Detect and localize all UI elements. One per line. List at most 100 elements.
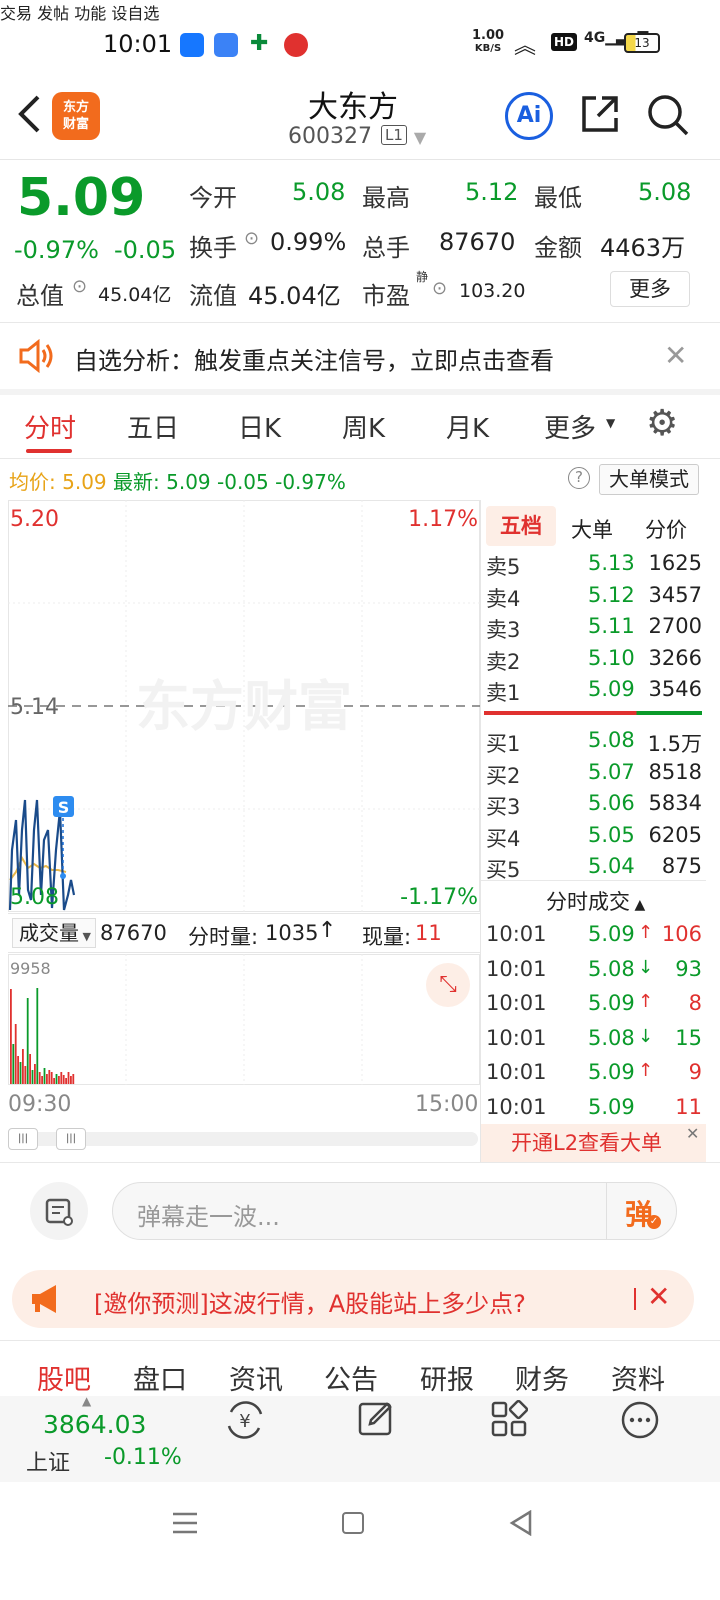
ask-row[interactable]: 卖5 5.13 1625 bbox=[486, 551, 706, 582]
stock-code-row[interactable]: 600327 L1 ▼ bbox=[288, 124, 426, 149]
nav-news[interactable]: 资讯 bbox=[229, 1358, 283, 1397]
sort-up-icon: ▲ bbox=[630, 897, 646, 913]
bid-row[interactable]: 买3 5.06 5834 bbox=[486, 791, 706, 822]
share-icon[interactable] bbox=[580, 94, 620, 138]
tick-row[interactable]: 10:01 5.09 ↑ 106 bbox=[486, 922, 706, 956]
collapse-up-icon[interactable]: ▲ bbox=[82, 1394, 91, 1408]
bid-row[interactable]: 买1 5.08 1.5万 bbox=[486, 728, 706, 759]
tick-row[interactable]: 10:01 5.08 ↓ 15 bbox=[486, 1026, 706, 1060]
more-button[interactable]: 更多 bbox=[610, 271, 690, 307]
gear-icon[interactable]: ⚙ bbox=[646, 404, 678, 444]
tab-intraday[interactable]: 分时 bbox=[24, 408, 76, 445]
bid-row[interactable]: 买4 5.05 6205 bbox=[486, 823, 706, 854]
tick-row[interactable]: 10:01 5.09 ↑ 9 bbox=[486, 1060, 706, 1094]
ask-label: 卖4 bbox=[486, 586, 521, 611]
signal-label: 4G bbox=[584, 30, 606, 46]
post-icon[interactable] bbox=[356, 1398, 398, 1444]
volume-chart[interactable]: 9958 bbox=[8, 954, 480, 1085]
trade-icon[interactable]: ¥ bbox=[223, 1400, 267, 1444]
home-icon[interactable] bbox=[342, 1512, 364, 1534]
info-icon[interactable]: ⊙ bbox=[244, 228, 259, 249]
slider-handle-right[interactable]: ||| bbox=[56, 1128, 86, 1150]
ask-row[interactable]: 卖3 5.11 2700 bbox=[486, 614, 706, 645]
nav-guba[interactable]: 股吧 bbox=[37, 1358, 91, 1397]
volume-bar bbox=[65, 1078, 67, 1084]
back-nav-icon[interactable] bbox=[508, 1509, 534, 1540]
volume-indicator-select[interactable]: 成交量 ▼ bbox=[12, 918, 96, 948]
status-time: 10:01 bbox=[103, 30, 173, 58]
index-value[interactable]: 3864.03 bbox=[43, 1410, 146, 1439]
big-order-mode-button[interactable]: 大单模式 bbox=[599, 464, 699, 495]
ask-volume: 3457 bbox=[648, 582, 702, 607]
danmu-settings-icon[interactable] bbox=[30, 1182, 88, 1240]
l2-upgrade-banner[interactable]: 开通L2查看大单 bbox=[481, 1124, 706, 1162]
volume-bar bbox=[19, 1062, 22, 1084]
watermark: 东方财富 bbox=[136, 677, 352, 737]
close-icon[interactable]: ✕ bbox=[664, 339, 687, 372]
bid-price: 5.05 bbox=[588, 822, 635, 847]
bid-row[interactable]: 买2 5.07 8518 bbox=[486, 760, 706, 791]
search-icon[interactable] bbox=[646, 93, 690, 141]
info-icon[interactable]: ⊙ bbox=[432, 278, 447, 299]
more-dots-icon[interactable] bbox=[620, 1400, 660, 1444]
tab-weekly[interactable]: 周K bbox=[342, 408, 385, 445]
tick-row[interactable]: 10:01 5.09 ↑ 8 bbox=[486, 991, 706, 1025]
open-label: 今开 bbox=[189, 184, 237, 212]
volume-bar bbox=[46, 1074, 48, 1084]
grid-apps-icon[interactable] bbox=[490, 1399, 529, 1442]
volume-bar bbox=[53, 1078, 55, 1084]
pct-label-bottom: -1.17% bbox=[400, 885, 478, 910]
ask-row[interactable]: 卖2 5.10 3266 bbox=[486, 646, 706, 677]
divider bbox=[0, 458, 720, 459]
turnover-label: 换手 bbox=[189, 234, 237, 262]
expand-icon[interactable]: ⤡ bbox=[426, 963, 470, 1007]
tick-row[interactable]: 10:01 5.08 ↓ 93 bbox=[486, 957, 706, 991]
tick-price: 5.09 bbox=[588, 991, 635, 1015]
slider-handle-left[interactable]: ||| bbox=[8, 1128, 38, 1150]
volume-bar bbox=[17, 1056, 19, 1084]
book-tab-five[interactable]: 五档 bbox=[486, 506, 556, 546]
ticks-title: 分时成交 bbox=[546, 890, 630, 914]
volume-bar bbox=[31, 1070, 34, 1084]
info-icon[interactable]: ⊙ bbox=[72, 276, 87, 297]
promo-banner[interactable]: [邀你预测]这波行情，A股能站上多少点? ✕ bbox=[12, 1270, 694, 1328]
nav-profile[interactable]: 资料 bbox=[611, 1358, 665, 1397]
ask-row[interactable]: 卖1 5.09 3546 bbox=[486, 677, 706, 708]
tick-time: 10:01 bbox=[486, 922, 547, 946]
nav-pankou[interactable]: 盘口 bbox=[133, 1358, 187, 1397]
net-speed: 1.00 KB/S bbox=[472, 29, 504, 55]
promo-text: [邀你预测]这波行情，A股能站上多少点? bbox=[94, 1290, 526, 1318]
tab-monthly[interactable]: 月K bbox=[446, 408, 489, 445]
volume-bar bbox=[41, 1076, 43, 1084]
tick-volume: 93 bbox=[675, 956, 702, 981]
volume-bar bbox=[24, 1066, 27, 1084]
tab-5day[interactable]: 五日 bbox=[127, 408, 179, 445]
ask-price: 5.10 bbox=[588, 645, 635, 670]
tick-volume: 11 bbox=[675, 1094, 702, 1119]
danmu-input[interactable]: 弹幕走一波... 弹 ✓ bbox=[112, 1182, 677, 1240]
close-icon[interactable]: ✕ bbox=[686, 1124, 699, 1143]
up-arrow-icon: ↑ bbox=[318, 918, 337, 943]
float-value: 45.04亿 bbox=[248, 282, 341, 310]
ask-row[interactable]: 卖4 5.12 3457 bbox=[486, 583, 706, 614]
book-tab-price[interactable]: 分价 bbox=[645, 514, 687, 544]
tab-daily[interactable]: 日K bbox=[238, 408, 281, 445]
chevron-down-icon: ▼ bbox=[79, 930, 91, 943]
menu-icon[interactable] bbox=[172, 1510, 198, 1540]
close-icon[interactable]: ✕ bbox=[647, 1280, 670, 1313]
volume-bar bbox=[36, 988, 39, 1084]
notice-bar[interactable]: 自选分析：触发重点关注信号，立即点击查看 ✕ bbox=[0, 323, 720, 389]
intraday-chart[interactable]: 东方财富 S 5.20 1.17% 5.14 5.08 -1.17% bbox=[8, 500, 480, 912]
high-value: 5.12 bbox=[465, 178, 519, 206]
tick-arrow: ↑ bbox=[638, 991, 654, 1012]
amount-value: 4463万 bbox=[600, 234, 686, 262]
nav-research[interactable]: 研报 bbox=[420, 1358, 474, 1397]
ai-icon[interactable]: Ai bbox=[505, 92, 553, 140]
help-icon[interactable]: ? bbox=[568, 467, 590, 489]
book-tab-big[interactable]: 大单 bbox=[571, 514, 613, 544]
index-name: 上证 bbox=[26, 1451, 71, 1476]
ticks-title-row[interactable]: 分时成交 ▲ bbox=[546, 886, 645, 916]
nav-finance[interactable]: 财务 bbox=[515, 1358, 569, 1397]
nav-notice[interactable]: 公告 bbox=[324, 1358, 378, 1397]
tab-more[interactable]: 更多 bbox=[544, 408, 596, 445]
